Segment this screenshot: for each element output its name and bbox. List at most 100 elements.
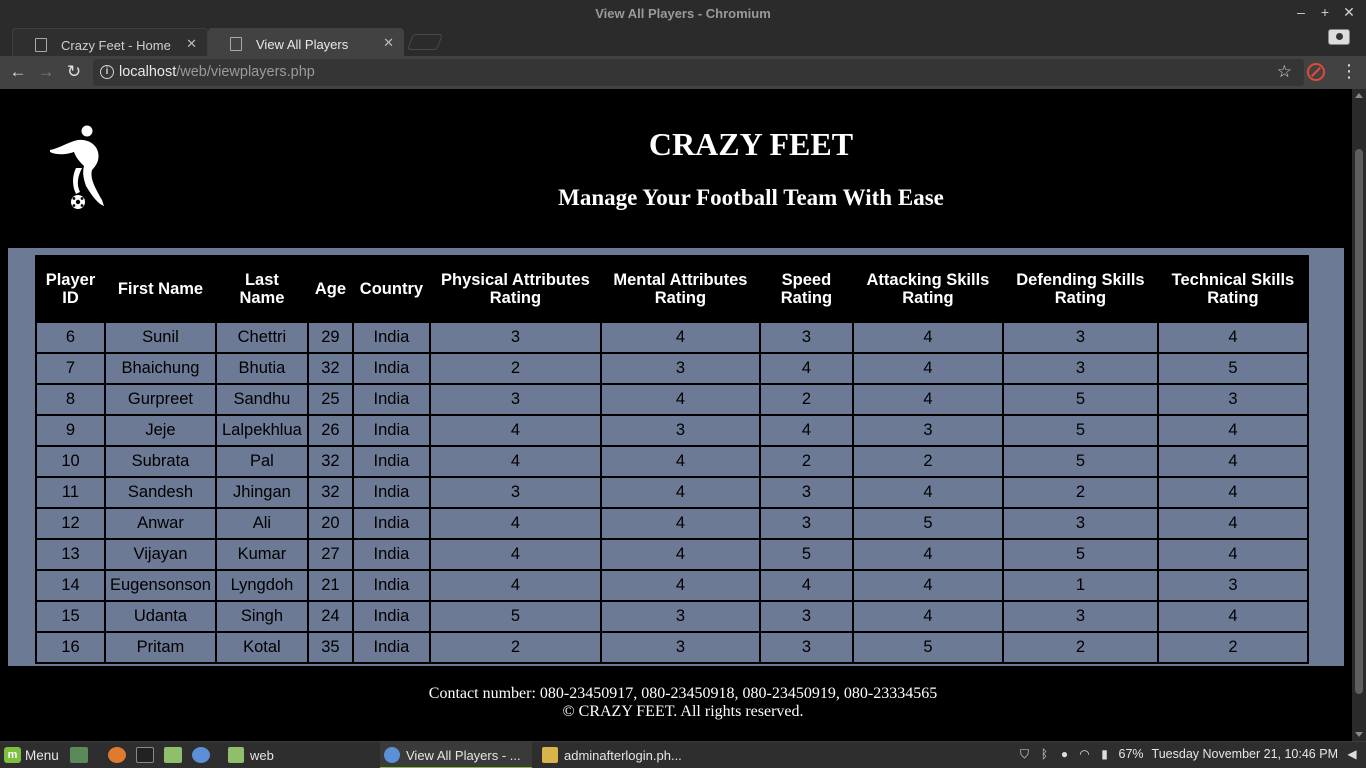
table-cell: 4 [760,354,852,383]
volume-icon[interactable]: ◀ [1346,747,1358,761]
table-cell: 4 [853,385,1002,414]
table-cell: 3 [760,633,852,662]
table-cell: 1 [1003,571,1157,600]
mint-logo-icon: m [4,747,21,763]
column-header: Age [308,257,352,321]
column-header: Mental Attributes Rating [601,257,759,321]
table-cell: 4 [601,478,759,507]
table-cell: Bhaichung [106,354,215,383]
extension-block-icon[interactable] [1307,63,1325,81]
bluetooth-icon[interactable]: ᛒ [1039,747,1051,761]
table-cell: 5 [1003,447,1157,476]
start-menu-button[interactable]: m Menu [4,747,59,763]
show-desktop-icon[interactable] [70,747,88,763]
table-cell: 3 [853,416,1002,445]
scroll-up-icon[interactable] [1355,93,1363,98]
files-icon[interactable] [164,747,182,763]
shield-icon[interactable]: ⛉ [1019,747,1031,761]
table-cell: 2 [430,633,600,662]
profile-icon[interactable] [1328,29,1350,45]
table-row: 9 Jeje Lalpekhlua 26 India 4 3 4 3 5 4 [37,416,1307,445]
scroll-down-icon[interactable] [1355,732,1363,737]
table-cell: 5 [1003,416,1157,445]
tab-close-icon[interactable]: ✕ [383,35,394,51]
forward-arrow-icon[interactable]: → [35,62,57,82]
table-cell: 3 [601,354,759,383]
minimize-icon[interactable]: – [1294,4,1308,21]
page-scrollbar[interactable] [1352,89,1366,741]
table-cell: 8 [37,385,104,414]
table-cell: 24 [308,602,352,631]
table-cell: 2 [760,385,852,414]
clock[interactable]: Tuesday November 21, 10:46 PM [1152,747,1338,761]
browser-toolbar: ← → ↻ i localhost/web/viewplayers.php ☆ … [0,56,1366,89]
new-tab-button[interactable] [407,34,443,50]
browser-menu-icon[interactable]: ⋮ [1340,62,1358,80]
table-cell: Bhutia [216,354,307,383]
page-favicon-icon [35,38,47,52]
table-cell: 4 [601,323,759,352]
table-cell: 2 [1003,633,1157,662]
table-row: 6 Sunil Chettri 29 India 3 4 3 4 3 4 [37,323,1307,352]
close-window-icon[interactable]: ✕ [1342,4,1356,21]
site-subtitle: Manage Your Football Team With Ease [558,185,944,210]
table-cell: 3 [760,323,852,352]
table-cell: India [353,447,429,476]
table-cell: 26 [308,416,352,445]
table-cell: 4 [601,571,759,600]
task-web-folder[interactable]: web [224,742,274,768]
table-cell: 4 [853,478,1002,507]
task-adminafterlogin[interactable]: adminafterlogin.ph... [538,742,682,768]
table-cell: Kotal [216,633,307,662]
table-row: 7 Bhaichung Bhutia 32 India 2 3 4 4 3 5 [37,354,1307,383]
wifi-icon[interactable]: ◠ [1079,747,1091,761]
table-cell: 3 [1003,602,1157,631]
tab-close-icon[interactable]: ✕ [186,36,197,52]
site-info-icon[interactable]: i [100,65,114,79]
reload-icon[interactable]: ↻ [63,62,85,82]
table-cell: 3 [1003,323,1157,352]
table-cell: 7 [37,354,104,383]
user-icon[interactable]: ● [1059,747,1071,761]
battery-icon[interactable]: ▮ [1099,747,1111,761]
table-cell: 3 [760,602,852,631]
url-path: /web/viewplayers.php [176,64,315,80]
tab-crazy-feet-home[interactable]: Crazy Feet - Home ✕ [12,28,208,56]
table-cell: India [353,385,429,414]
table-cell: 4 [1158,509,1307,538]
tab-view-all-players[interactable]: View All Players ✕ [208,28,404,56]
column-header: Last Name [216,257,307,321]
table-cell: India [353,540,429,569]
table-cell: Lyngdoh [216,571,307,600]
table-cell: Sandesh [106,478,215,507]
terminal-icon[interactable] [136,747,154,763]
maximize-icon[interactable]: + [1318,4,1332,21]
task-view-all-players[interactable]: View All Players - ... [380,742,532,768]
table-cell: India [353,509,429,538]
chromium-icon[interactable] [192,747,210,763]
bookmark-star-icon[interactable]: ☆ [1277,62,1292,82]
table-cell: 4 [760,416,852,445]
back-arrow-icon[interactable]: ← [7,62,29,82]
footer-contact: Contact number: 080-23450917, 080-234509… [428,685,938,702]
table-cell: 4 [430,416,600,445]
table-cell: 4 [760,571,852,600]
table-cell: Jhingan [216,478,307,507]
firefox-icon[interactable] [108,747,126,763]
table-row: 14 Eugensonson Lyngdoh 21 India 4 4 4 4 1 3 [37,571,1307,600]
system-tray: ⛉ ᛒ ● ◠ ▮ 67% Tuesday November 21, 10:46… [1019,747,1358,761]
table-cell: 27 [308,540,352,569]
url-text[interactable]: localhost/web/viewplayers.php [119,64,315,80]
table-cell: Subrata [106,447,215,476]
tab-label: View All Players [256,37,349,52]
tab-strip: Crazy Feet - Home ✕ View All Players ✕ [0,26,1366,56]
table-row: 10 Subrata Pal 32 India 4 4 2 2 5 4 [37,447,1307,476]
address-bar[interactable]: i localhost/web/viewplayers.php ☆ [93,59,1304,86]
scrollbar-thumb[interactable] [1355,149,1363,694]
table-cell: 4 [853,602,1002,631]
window-controls: – + ✕ [1294,4,1356,21]
table-cell: 16 [37,633,104,662]
table-cell: 3 [430,323,600,352]
table-cell: Lalpekhlua [216,416,307,445]
os-taskbar: m Menu web View All Players - ... admina… [0,741,1366,768]
